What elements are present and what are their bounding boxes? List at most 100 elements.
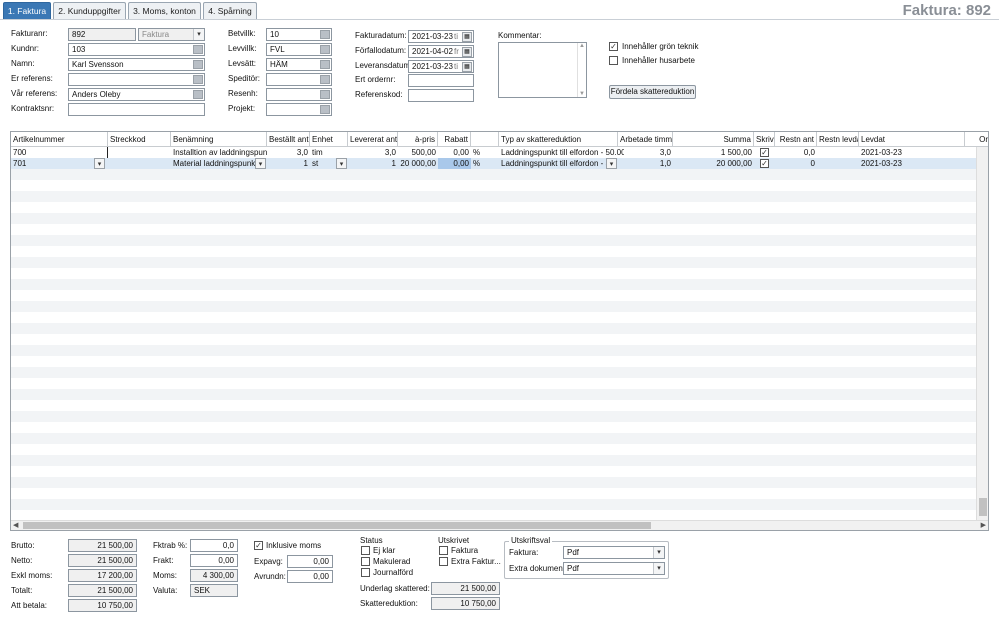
col-rabatt[interactable]: Rabatt bbox=[438, 132, 471, 147]
kommentar-textarea[interactable]: ▲ ▼ bbox=[498, 42, 587, 98]
col-benamning[interactable]: Benämning bbox=[171, 132, 267, 147]
scroll-left-icon[interactable]: ◀ bbox=[13, 521, 18, 529]
col-arbetade-timmar[interactable]: Arbetade timmar bbox=[618, 132, 673, 147]
cell-levererat[interactable]: 3,0 bbox=[348, 147, 398, 158]
table-row-selected[interactable]: 701 ▾ Material laddningspunkt ▾ 1 st ▾ 1… bbox=[11, 158, 988, 169]
levsatt-field[interactable]: HÄM bbox=[266, 58, 332, 71]
utskrivet-faktura-checkbox[interactable] bbox=[439, 546, 448, 555]
ert-ordernr-field[interactable] bbox=[408, 74, 474, 87]
er-referens-field[interactable] bbox=[68, 73, 205, 86]
lookup-icon[interactable] bbox=[320, 105, 330, 114]
chevron-down-icon[interactable]: ▾ bbox=[255, 158, 266, 169]
kontraktsnr-field[interactable] bbox=[68, 103, 205, 116]
tab-moms-konton[interactable]: 3. Moms, konton bbox=[128, 2, 201, 19]
kundnr-field[interactable]: 103 bbox=[68, 43, 205, 56]
lookup-icon[interactable] bbox=[320, 60, 330, 69]
lookup-icon[interactable] bbox=[320, 30, 330, 39]
cell-levererat[interactable]: 1 bbox=[348, 158, 398, 169]
cell-restn[interactable]: 0,0 bbox=[775, 147, 817, 158]
avrundn-field[interactable]: 0,00 bbox=[287, 570, 333, 583]
table-row[interactable]: 700 Installtion av laddningspunkt 3,0 ti… bbox=[11, 147, 988, 158]
chevron-down-icon[interactable]: ▾ bbox=[193, 29, 204, 40]
cell-rabatt[interactable]: 0,00 bbox=[438, 158, 471, 169]
gron-teknik-checkbox[interactable]: ✓ bbox=[609, 42, 618, 51]
textarea-scrollbar[interactable]: ▲ ▼ bbox=[577, 43, 586, 97]
resenh-field[interactable] bbox=[266, 88, 332, 101]
cell-timmar[interactable]: 1,0 bbox=[618, 158, 673, 169]
col-streckkod[interactable]: Streckkod bbox=[108, 132, 171, 147]
projekt-field[interactable] bbox=[266, 103, 332, 116]
levvillk-field[interactable]: FVL bbox=[266, 43, 332, 56]
cell-apris[interactable]: 500,00 bbox=[398, 147, 438, 158]
col-restn-ant[interactable]: Restn ant bbox=[775, 132, 817, 147]
scroll-thumb[interactable] bbox=[979, 498, 987, 516]
skriv-checkbox[interactable]: ✓ bbox=[760, 159, 769, 168]
cell-benamning[interactable]: Installtion av laddningspunkt bbox=[171, 147, 267, 158]
makulerad-checkbox[interactable] bbox=[361, 557, 370, 566]
inklusive-moms-checkbox[interactable]: ✓ bbox=[254, 541, 263, 550]
cell-apris[interactable]: 20 000,00 bbox=[398, 158, 438, 169]
namn-field[interactable]: Karl Svensson bbox=[68, 58, 205, 71]
tab-faktura[interactable]: 1. Faktura bbox=[3, 2, 51, 19]
skriv-checkbox[interactable]: ✓ bbox=[760, 148, 769, 157]
cell-typ[interactable]: Laddningspunkt till elfordon - 50.0 bbox=[499, 158, 606, 169]
chevron-down-icon[interactable]: ▾ bbox=[653, 563, 664, 574]
speditor-field[interactable] bbox=[266, 73, 332, 86]
cell-rabatt[interactable]: 0,00 bbox=[438, 147, 471, 158]
calendar-icon[interactable]: ▦ bbox=[462, 32, 472, 42]
calendar-icon[interactable]: ▦ bbox=[462, 47, 472, 57]
col-artikelnummer[interactable]: Artikelnummer bbox=[11, 132, 108, 147]
col-or[interactable]: Or bbox=[965, 132, 988, 147]
cell-restn[interactable]: 0 bbox=[775, 158, 817, 169]
husarbete-checkbox[interactable] bbox=[609, 56, 618, 65]
scroll-right-icon[interactable]: ▶ bbox=[981, 521, 986, 529]
col-skriv[interactable]: Skriv bbox=[754, 132, 775, 147]
fakturanr-field[interactable]: 892 bbox=[68, 28, 136, 41]
cell-levdat[interactable]: 2021-03-23 bbox=[859, 158, 919, 169]
invoice-lines-grid[interactable]: Artikelnummer Streckkod Benämning Bestäl… bbox=[10, 131, 989, 531]
lookup-icon[interactable] bbox=[320, 45, 330, 54]
chevron-down-icon[interactable]: ▾ bbox=[336, 158, 347, 169]
cell-timmar[interactable]: 3,0 bbox=[618, 147, 673, 158]
grid-vertical-scrollbar[interactable] bbox=[976, 147, 988, 520]
utskrivet-extra-checkbox[interactable] bbox=[439, 557, 448, 566]
scroll-thumb[interactable] bbox=[23, 522, 651, 529]
ej-klar-checkbox[interactable] bbox=[361, 546, 370, 555]
fordela-skattereduktion-button[interactable]: Fördela skattereduktion bbox=[609, 85, 696, 99]
lookup-icon[interactable] bbox=[320, 90, 330, 99]
lookup-icon[interactable] bbox=[193, 60, 203, 69]
leveransdatum-field[interactable]: 2021-03-23 ti ▦ bbox=[408, 60, 474, 73]
col-levererat-antal[interactable]: Levererat antal bbox=[348, 132, 398, 147]
cell-artikel[interactable]: 700 bbox=[11, 147, 108, 158]
col-typ-skattereduktion[interactable]: Typ av skattereduktion bbox=[499, 132, 618, 147]
cell-enhet[interactable]: tim bbox=[310, 147, 348, 158]
expavg-field[interactable]: 0,00 bbox=[287, 555, 333, 568]
scroll-up-icon[interactable]: ▲ bbox=[578, 43, 586, 49]
forfallodatum-field[interactable]: 2021-04-02 fr ▦ bbox=[408, 45, 474, 58]
col-restn-levdat[interactable]: Restn levdat bbox=[817, 132, 859, 147]
tab-kunduppgifter[interactable]: 2. Kunduppgifter bbox=[53, 2, 126, 19]
chevron-down-icon[interactable]: ▾ bbox=[94, 158, 105, 169]
betvillk-field[interactable]: 10 bbox=[266, 28, 332, 41]
scroll-down-icon[interactable]: ▼ bbox=[579, 91, 585, 97]
tab-sparning[interactable]: 4. Spårning bbox=[203, 2, 257, 19]
referenskod-field[interactable] bbox=[408, 89, 474, 102]
cell-benamning[interactable]: Material laddningspunkt bbox=[171, 158, 267, 169]
journalford-checkbox[interactable] bbox=[361, 568, 370, 577]
lookup-icon[interactable] bbox=[193, 90, 203, 99]
col-a-pris[interactable]: à-pris bbox=[398, 132, 438, 147]
lookup-icon[interactable] bbox=[193, 75, 203, 84]
grid-horizontal-scrollbar[interactable]: ◀ ▶ bbox=[11, 520, 988, 530]
calendar-icon[interactable]: ▦ bbox=[462, 62, 472, 72]
lookup-icon[interactable] bbox=[320, 75, 330, 84]
col-levdat[interactable]: Levdat bbox=[859, 132, 965, 147]
cell-typ[interactable]: Laddningspunkt till elfordon - 50.00% bbox=[499, 147, 624, 158]
frakt-field[interactable]: 0,00 bbox=[190, 554, 238, 567]
cell-summa[interactable]: 1 500,00 bbox=[673, 147, 754, 158]
cell-bestallt[interactable]: 3,0 bbox=[267, 147, 310, 158]
utskriftsval-faktura-select[interactable]: Pdf ▾ bbox=[563, 546, 665, 559]
cell-levdat[interactable]: 2021-03-23 bbox=[859, 147, 919, 158]
utskriftsval-extra-select[interactable]: Pdf ▾ bbox=[563, 562, 665, 575]
col-enhet[interactable]: Enhet bbox=[310, 132, 348, 147]
cell-summa[interactable]: 20 000,00 bbox=[673, 158, 754, 169]
